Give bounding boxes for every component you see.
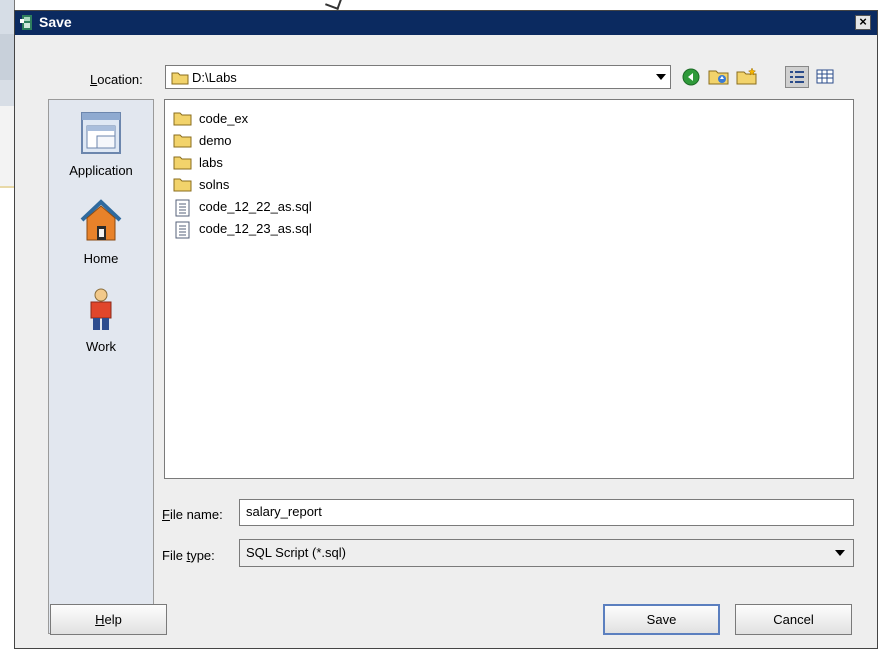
details-view-icon <box>816 69 834 84</box>
place-application[interactable]: Application <box>49 110 153 178</box>
person-icon <box>90 288 112 330</box>
document-icon <box>175 199 190 217</box>
file-list[interactable]: code_ex demo labs solns code_12_22_as.sq… <box>164 99 854 479</box>
places-bar: Application Home Work <box>48 99 154 634</box>
location-label: Location: <box>90 72 143 87</box>
file-name-input[interactable]: salary_report <box>239 499 854 526</box>
background-divider <box>14 0 15 10</box>
background-panel <box>0 0 15 34</box>
chevron-down-icon[interactable] <box>656 74 666 80</box>
folder-icon <box>173 134 192 148</box>
folder-icon <box>173 112 192 126</box>
place-label: Work <box>85 339 117 354</box>
up-one-level-button[interactable] <box>707 66 731 88</box>
file-name-text: labs <box>199 155 223 170</box>
folder-icon <box>171 72 189 85</box>
file-name-text: code_12_22_as.sql <box>199 199 312 214</box>
home-icon <box>80 199 122 241</box>
dialog-title: Save <box>39 14 72 30</box>
chevron-down-icon[interactable] <box>835 550 845 556</box>
place-home[interactable]: Home <box>49 198 153 266</box>
save-button[interactable]: Save <box>603 604 720 635</box>
file-name-text: demo <box>199 133 232 148</box>
file-name-text: code_12_23_as.sql <box>199 221 312 236</box>
title-bar[interactable]: Save × <box>15 11 877 35</box>
save-dialog: Save × Location: D:\Labs Application Hom… <box>14 10 878 649</box>
background-panel <box>0 34 14 81</box>
file-type-label: File type: <box>162 548 215 563</box>
file-name-text: solns <box>199 177 230 192</box>
background-panel <box>0 80 14 107</box>
app-icon <box>20 15 32 30</box>
file-type-value: SQL Script (*.sql) <box>246 545 346 560</box>
help-button[interactable]: Help <box>50 604 167 635</box>
new-folder-icon <box>736 67 757 85</box>
file-type-select[interactable]: SQL Script (*.sql) <box>239 539 854 567</box>
place-label: Application <box>69 163 133 178</box>
folder-icon <box>173 178 192 192</box>
place-label: Home <box>83 251 119 266</box>
location-combobox[interactable]: D:\Labs <box>165 65 671 89</box>
document-icon <box>175 221 190 239</box>
background-panel <box>0 106 14 188</box>
list-view-button[interactable] <box>785 66 809 88</box>
cancel-button[interactable]: Cancel <box>735 604 852 635</box>
place-work[interactable]: Work <box>49 286 153 354</box>
back-button[interactable] <box>679 66 703 88</box>
file-name-label: File name: <box>162 507 223 522</box>
background-glyph <box>325 0 343 10</box>
application-icon <box>81 112 121 154</box>
folder-icon <box>173 156 192 170</box>
up-folder-icon <box>708 70 729 85</box>
details-view-button[interactable] <box>813 66 837 88</box>
new-folder-button[interactable] <box>735 66 759 88</box>
location-value: D:\Labs <box>192 70 237 85</box>
back-icon <box>682 68 700 86</box>
close-icon: × <box>859 14 867 29</box>
close-button[interactable]: × <box>855 15 871 30</box>
list-view-icon <box>790 71 804 83</box>
file-name-text: code_ex <box>199 111 249 126</box>
